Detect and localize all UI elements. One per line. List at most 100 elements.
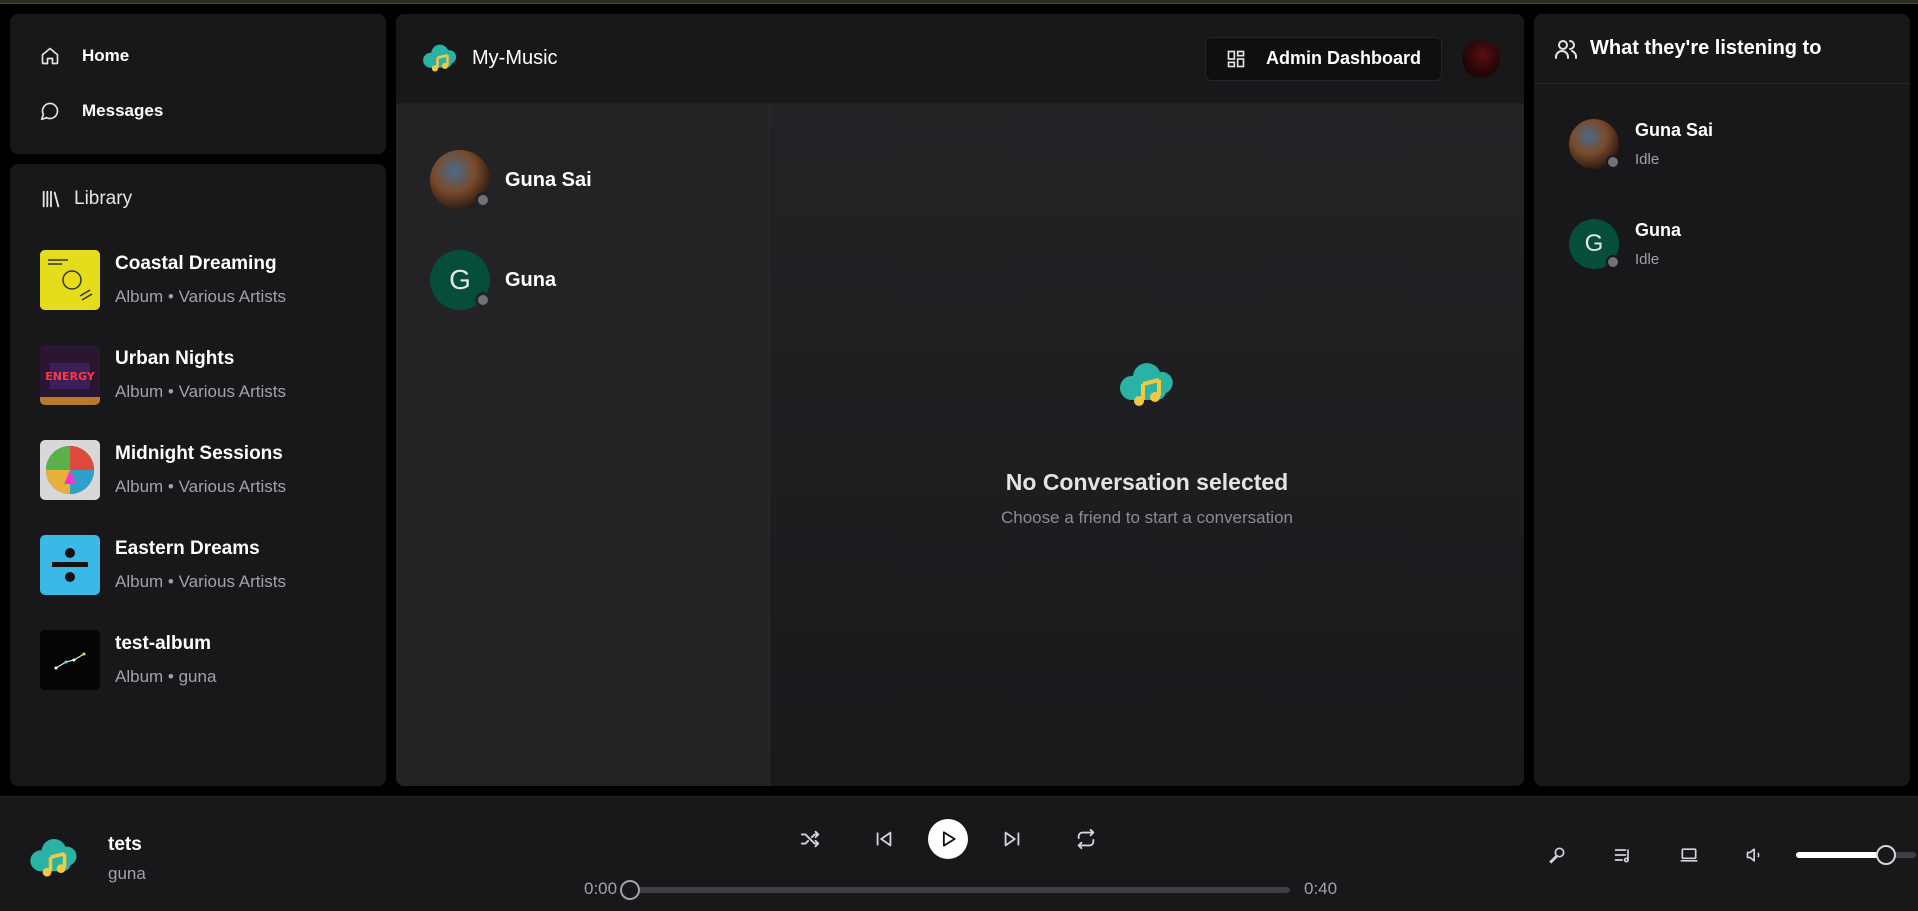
status-dot	[1606, 255, 1620, 269]
avatar: G	[1569, 219, 1620, 269]
library-icon	[42, 190, 60, 208]
album-title: Coastal Dreaming	[115, 252, 277, 274]
app-name: My-Music	[472, 47, 558, 69]
volume-icon	[1746, 848, 1760, 862]
library-header: Library	[40, 188, 356, 210]
volume-thumb[interactable]	[1876, 845, 1896, 865]
window-top-edge	[0, 0, 1918, 4]
status-dot	[475, 192, 491, 208]
library-title: Library	[74, 188, 133, 209]
volume-button[interactable]	[1738, 841, 1772, 869]
album-subtitle: Album • Various Artists	[115, 381, 286, 401]
user-avatar[interactable]	[1462, 39, 1500, 78]
player-bar: tets guna 0:00 0:40	[0, 796, 1918, 911]
friend-name: Guna	[505, 268, 557, 291]
volume-slider[interactable]	[1796, 845, 1916, 865]
album-item[interactable]: Eastern Dreams Album • Various Artists	[40, 517, 356, 612]
progress-thumb[interactable]	[620, 880, 640, 900]
friend-item[interactable]: G Guna	[430, 230, 735, 330]
previous-button[interactable]	[870, 825, 898, 853]
nav-messages[interactable]: Messages	[40, 97, 356, 125]
nav-card: Home Messages	[10, 14, 386, 154]
message-icon	[40, 102, 59, 121]
device-button[interactable]	[1672, 841, 1706, 869]
activity-user-name: Guna	[1635, 220, 1682, 240]
current-time: 0:00	[584, 879, 618, 898]
activity-user-status: Idle	[1635, 251, 1660, 268]
album-item[interactable]: ENERGY Urban Nights Album • Various Arti…	[40, 327, 356, 422]
activity-user-status: Idle	[1635, 151, 1660, 168]
queue-button[interactable]	[1606, 841, 1640, 869]
skip-forward-icon	[1004, 831, 1020, 847]
track-title: tets	[108, 834, 142, 855]
lyrics-button[interactable]	[1540, 841, 1574, 869]
music-cloud-icon	[423, 44, 457, 71]
queue-icon	[1614, 849, 1629, 863]
album-subtitle: Album • Various Artists	[115, 571, 286, 591]
album-cover	[40, 629, 100, 690]
friends-list: Guna Sai G Guna	[396, 104, 770, 786]
repeat-button[interactable]	[1072, 825, 1100, 853]
svg-text:ENERGY: ENERGY	[45, 370, 95, 383]
play-icon	[942, 831, 956, 847]
album-item[interactable]: test-album Album • guna	[40, 612, 356, 707]
album-cover: ENERGY	[40, 344, 100, 405]
friend-item[interactable]: Guna Sai	[430, 130, 735, 230]
album-subtitle: Album • Various Artists	[115, 476, 286, 496]
activity-header: What they're listening to	[1534, 14, 1910, 84]
admin-dashboard-button[interactable]: Admin Dashboard	[1204, 36, 1442, 81]
volume-fill	[1796, 852, 1886, 858]
avatar-initial: G	[1584, 230, 1604, 257]
activity-title: What they're listening to	[1590, 37, 1822, 59]
track-artist: guna	[108, 864, 146, 883]
music-cloud-icon	[30, 838, 77, 877]
empty-state: No Conversation selected Choose a friend…	[770, 354, 1524, 528]
avatar: G	[430, 250, 491, 310]
nav-messages-label: Messages	[82, 101, 164, 120]
now-playing: tets guna	[26, 831, 146, 887]
dashboard-icon	[1227, 50, 1245, 67]
nav-home[interactable]: Home	[40, 42, 356, 70]
laptop-icon	[1680, 848, 1698, 862]
microphone-icon	[1549, 847, 1565, 864]
friend-name: Guna Sai	[505, 168, 592, 191]
avatar-initial: G	[449, 264, 471, 295]
album-title: Midnight Sessions	[115, 442, 283, 464]
empty-title: No Conversation selected	[1005, 469, 1289, 495]
activity-user-name: Guna Sai	[1635, 120, 1714, 140]
home-icon	[41, 47, 59, 65]
album-title: test-album	[115, 632, 212, 654]
skip-back-icon	[876, 831, 892, 847]
status-dot	[1606, 155, 1620, 169]
album-item[interactable]: Coastal Dreaming Album • Various Artists	[40, 232, 356, 327]
album-cover	[40, 439, 100, 500]
conversation-area: No Conversation selected Choose a friend…	[770, 104, 1524, 786]
play-button[interactable]	[928, 819, 968, 859]
nav-home-label: Home	[82, 46, 130, 65]
album-subtitle: Album • guna	[115, 666, 217, 686]
playback-controls	[796, 819, 1100, 859]
empty-subtitle: Choose a friend to start a conversation	[1001, 508, 1293, 527]
avatar	[430, 150, 491, 210]
shuffle-button[interactable]	[796, 825, 824, 853]
avatar	[1569, 119, 1620, 169]
progress-row: 0:00 0:40	[580, 875, 1340, 903]
repeat-icon	[1077, 828, 1095, 850]
album-item[interactable]: Midnight Sessions Album • Various Artist…	[40, 422, 356, 517]
album-subtitle: Album • Various Artists	[115, 286, 286, 306]
shuffle-icon	[800, 830, 820, 848]
users-icon	[1555, 39, 1577, 59]
next-button[interactable]	[998, 825, 1026, 853]
album-title: Eastern Dreams	[115, 537, 260, 559]
chat-panel: My-Music Admin Dashboard Guna Sai G Guna	[396, 14, 1524, 786]
activity-panel: What they're listening to Guna Sai Idle …	[1534, 14, 1910, 786]
library-panel: Library Coastal Dreaming Album • Various…	[10, 164, 386, 786]
progress-bar[interactable]	[620, 880, 1290, 900]
album-cover	[40, 249, 100, 310]
activity-item[interactable]: G Guna Idle	[1534, 194, 1910, 294]
music-cloud-icon	[1119, 363, 1173, 406]
duration: 0:40	[1304, 879, 1338, 898]
brand[interactable]: My-Music	[420, 39, 558, 79]
admin-dashboard-label: Admin Dashboard	[1265, 48, 1421, 68]
activity-item[interactable]: Guna Sai Idle	[1534, 94, 1910, 194]
